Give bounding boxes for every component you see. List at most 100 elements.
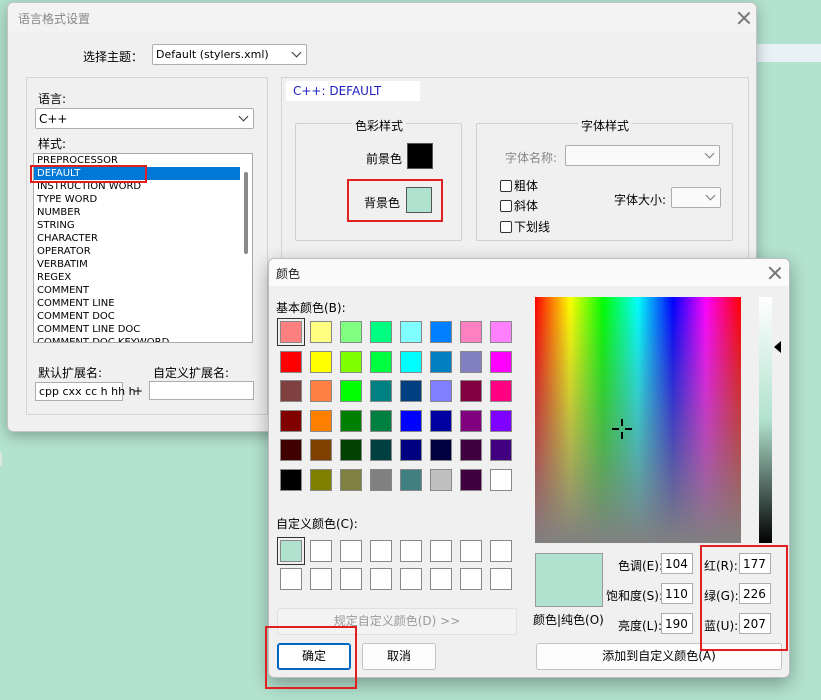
custom-color-swatch[interactable] [490, 568, 512, 590]
basic-color-swatch[interactable] [340, 350, 362, 373]
add-custom-color-button[interactable]: 添加到自定义颜色(A) [536, 643, 782, 670]
basic-color-swatch[interactable] [460, 439, 482, 461]
basic-color-swatch[interactable] [370, 350, 392, 373]
hue-field[interactable]: 104 [661, 553, 693, 574]
style-list-item[interactable]: DEFAULT [34, 167, 252, 180]
style-list-item[interactable]: OPERATOR [34, 245, 252, 258]
basic-color-swatch[interactable] [430, 468, 452, 491]
cancel-button[interactable]: 取消 [362, 643, 436, 670]
style-list-item[interactable]: REGEX [34, 271, 252, 284]
basic-color-swatch[interactable] [460, 350, 482, 373]
custom-color-swatch[interactable] [490, 540, 512, 562]
basic-color-swatch[interactable] [400, 321, 422, 343]
basic-color-swatch[interactable] [277, 318, 305, 346]
style-list-item[interactable]: COMMENT [34, 284, 252, 297]
theme-select[interactable]: Default (stylers.xml) [152, 44, 307, 65]
style-list-item[interactable]: COMMENT LINE [34, 297, 252, 310]
custom-color-swatch[interactable] [430, 540, 452, 562]
custom-color-swatch[interactable] [430, 568, 452, 590]
font-name-select[interactable] [565, 145, 720, 166]
custom-color-swatch[interactable] [310, 568, 332, 590]
language-select[interactable]: C++ [35, 108, 254, 129]
custom-color-swatch[interactable] [400, 540, 422, 562]
custom-color-swatch[interactable] [340, 568, 362, 590]
close-icon[interactable] [768, 266, 782, 280]
scrollbar-thumb[interactable] [244, 172, 248, 254]
basic-color-swatch[interactable] [400, 380, 422, 402]
user-ext-field[interactable] [149, 381, 254, 400]
italic-checkbox[interactable]: 斜体 [500, 197, 538, 214]
basic-color-swatch[interactable] [490, 439, 512, 461]
style-list-scrollbar[interactable] [240, 154, 252, 342]
style-list-item[interactable]: COMMENT LINE DOC [34, 323, 252, 336]
blue-field[interactable]: 207 [739, 613, 771, 634]
basic-color-swatch[interactable] [310, 468, 332, 491]
basic-color-swatch[interactable] [490, 321, 512, 343]
basic-color-swatch[interactable] [460, 380, 482, 402]
ok-button[interactable]: 确定 [277, 643, 351, 670]
basic-color-swatch[interactable] [340, 468, 362, 491]
custom-color-swatch[interactable] [280, 568, 302, 590]
luminosity-slider[interactable] [759, 297, 772, 543]
custom-color-swatch[interactable] [340, 540, 362, 562]
basic-color-swatch[interactable] [490, 350, 512, 373]
custom-color-swatch[interactable] [370, 568, 392, 590]
basic-color-swatch[interactable] [400, 350, 422, 373]
style-list-item[interactable]: PREPROCESSOR [34, 154, 252, 167]
basic-color-swatch[interactable] [370, 468, 392, 491]
custom-color-swatch[interactable] [310, 540, 332, 562]
basic-color-swatch[interactable] [280, 409, 302, 432]
basic-color-swatch[interactable] [400, 468, 422, 491]
basic-color-swatch[interactable] [370, 409, 392, 432]
basic-color-swatch[interactable] [340, 409, 362, 432]
basic-color-swatch[interactable] [370, 380, 392, 402]
basic-color-swatch[interactable] [430, 439, 452, 461]
style-list-item[interactable]: COMMENT DOC KEYWORD [34, 336, 252, 342]
custom-color-swatch[interactable] [460, 568, 482, 590]
basic-color-swatch[interactable] [400, 439, 422, 461]
basic-color-swatch[interactable] [490, 409, 512, 432]
basic-color-swatch[interactable] [310, 321, 332, 343]
default-ext-field[interactable]: cpp cxx cc h hh h [35, 382, 136, 401]
basic-color-swatch[interactable] [340, 321, 362, 343]
basic-color-swatch[interactable] [340, 380, 362, 402]
custom-color-swatch[interactable] [370, 540, 392, 562]
bg-color-swatch[interactable] [406, 187, 432, 213]
font-size-select[interactable] [671, 187, 721, 208]
style-list[interactable]: PREPROCESSOR DEFAULT INSTRUCTION WORD TYPE … [33, 153, 253, 343]
basic-color-swatch[interactable] [280, 350, 302, 373]
style-list-item[interactable]: NUMBER [34, 206, 252, 219]
basic-color-swatch[interactable] [430, 380, 452, 402]
custom-color-swatch[interactable] [277, 537, 305, 565]
underline-checkbox[interactable]: 下划线 [500, 218, 550, 235]
basic-color-swatch[interactable] [460, 321, 482, 343]
style-list-item[interactable]: VERBATIM [34, 258, 252, 271]
basic-color-swatch[interactable] [310, 439, 332, 461]
basic-color-swatch[interactable] [430, 321, 452, 343]
basic-color-swatch[interactable] [490, 468, 512, 491]
saturation-field[interactable]: 110 [661, 583, 693, 604]
basic-color-swatch[interactable] [280, 468, 302, 491]
basic-color-swatch[interactable] [490, 380, 512, 402]
basic-color-swatch[interactable] [400, 409, 422, 432]
style-list-item[interactable]: CHARACTER [34, 232, 252, 245]
basic-color-swatch[interactable] [370, 321, 392, 343]
basic-color-swatch[interactable] [340, 439, 362, 461]
basic-color-swatch[interactable] [430, 409, 452, 432]
style-list-item[interactable]: COMMENT DOC [34, 310, 252, 323]
basic-color-swatch[interactable] [430, 350, 452, 373]
style-list-item[interactable]: STRING [34, 219, 252, 232]
luminance-field[interactable]: 190 [661, 613, 693, 634]
color-spectrum[interactable] [535, 297, 741, 543]
green-field[interactable]: 226 [739, 583, 771, 604]
basic-color-swatch[interactable] [460, 468, 482, 491]
fg-color-swatch[interactable] [407, 143, 433, 169]
basic-color-swatch[interactable] [460, 409, 482, 432]
luminosity-arrow-icon[interactable] [774, 341, 781, 353]
custom-color-swatch[interactable] [460, 540, 482, 562]
bold-checkbox[interactable]: 粗体 [500, 177, 538, 194]
style-list-item[interactable]: INSTRUCTION WORD [34, 180, 252, 193]
crosshair-icon[interactable] [612, 419, 632, 439]
define-custom-colors-button[interactable]: 规定自定义颜色(D) >> [277, 608, 517, 635]
basic-color-swatch[interactable] [280, 380, 302, 402]
